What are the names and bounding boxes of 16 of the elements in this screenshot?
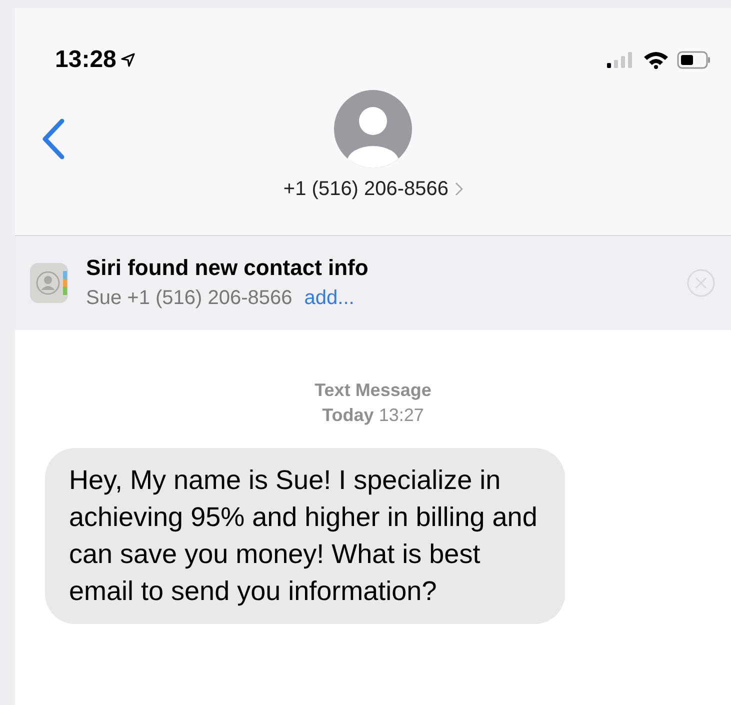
message-timestamp: Today 13:27 — [322, 404, 424, 427]
contacts-app-icon — [30, 263, 70, 303]
contact-number[interactable]: +1 (516) 206-8566 — [283, 174, 449, 204]
signal-icon — [607, 52, 635, 68]
clock-time: 13:28 — [55, 45, 116, 75]
back-chevron-icon[interactable] — [40, 118, 66, 160]
avatar-icon — [334, 90, 412, 168]
message-bubble: Hey, My name is Sue! I specialize in achieving 95% and higher in billing and can save you money! What is best email to send you information? — [45, 448, 565, 624]
service-label: Text Message — [314, 379, 432, 402]
battery-icon — [677, 51, 711, 69]
add-link[interactable]: add... — [304, 283, 354, 313]
wifi-icon — [643, 51, 669, 69]
suggested-contact: Sue +1 (516) 206-8566 — [86, 286, 292, 311]
location-arrow-icon — [120, 52, 136, 68]
chevron-right-icon — [454, 182, 463, 196]
banner-title: Siri found new contact info — [86, 254, 370, 282]
